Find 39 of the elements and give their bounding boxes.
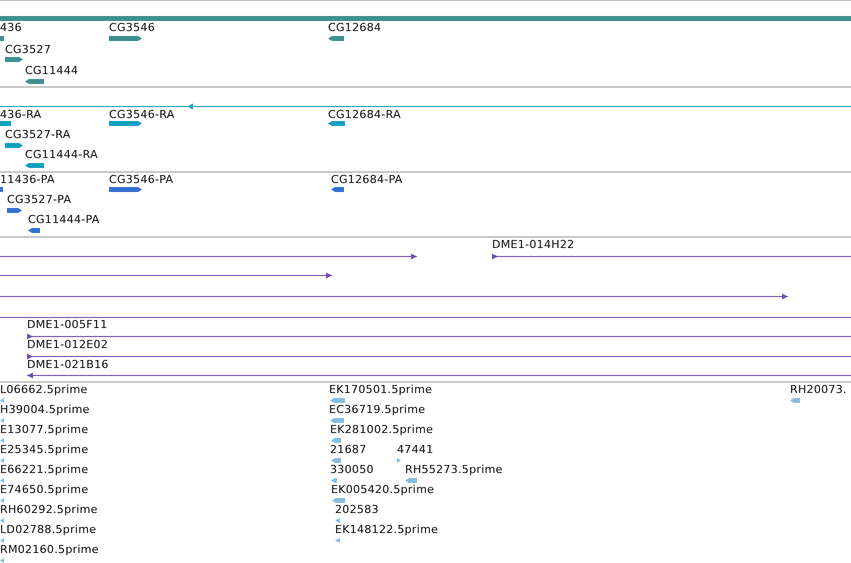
feature-label: CG3546 xyxy=(109,21,155,35)
feature-label: E13077.5prime xyxy=(0,423,88,437)
feature-label: 47441 xyxy=(397,443,434,457)
feature-label: CG12684-PA xyxy=(331,173,403,187)
feature-label: CG11444-RA xyxy=(25,148,98,162)
feature-label: 436-RA xyxy=(0,108,42,122)
feature-label: CG3546-PA xyxy=(109,173,174,187)
feature-label: CG3527-PA xyxy=(7,193,72,207)
feature-label: CG3527 xyxy=(5,43,51,57)
feature-label: CG11444 xyxy=(25,64,78,78)
feature-label: DME1-012E02 xyxy=(27,338,108,352)
feature-label: DME1-005F11 xyxy=(27,318,108,332)
feature-label: RH60292.5prime xyxy=(0,503,98,517)
feature-label: EC36719.5prime xyxy=(329,403,426,417)
feature-label: LD02788.5prime xyxy=(0,523,96,537)
feature-label: EK005420.5prime xyxy=(331,483,434,497)
feature-label: EK148122.5prime xyxy=(335,523,438,537)
feature-label: 436 xyxy=(0,21,22,35)
feature-label: 11436-PA xyxy=(0,173,55,187)
feature-label: E66221.5prime xyxy=(0,463,88,477)
feature-label: 21687 xyxy=(330,443,366,457)
feature-label: 202583 xyxy=(335,503,379,517)
feature-label: H39004.5prime xyxy=(0,403,90,417)
feature-label: DME1-014H22 xyxy=(492,238,574,252)
feature-label: CG12684-RA xyxy=(328,108,401,122)
feature-label: CG3527-RA xyxy=(5,128,71,142)
feature-label: 330050 xyxy=(330,463,374,477)
feature-label: RH55273.5prime xyxy=(405,463,503,477)
feature-label: E25345.5prime xyxy=(0,443,88,457)
feature-label: RM02160.5prime xyxy=(0,543,99,557)
feature-label: L06662.5prime xyxy=(0,383,88,397)
feature-label: CG3546-RA xyxy=(109,108,175,122)
feature-label: EK281002.5prime xyxy=(330,423,434,437)
feature-label: CG12684 xyxy=(328,21,382,35)
feature-label: DME1-021B16 xyxy=(27,358,109,372)
feature-label: EK170501.5prime xyxy=(329,383,432,397)
feature-label: CG11444-PA xyxy=(28,213,100,227)
feature-label: RH20073. xyxy=(790,383,847,397)
feature-label: E74650.5prime xyxy=(0,483,88,497)
